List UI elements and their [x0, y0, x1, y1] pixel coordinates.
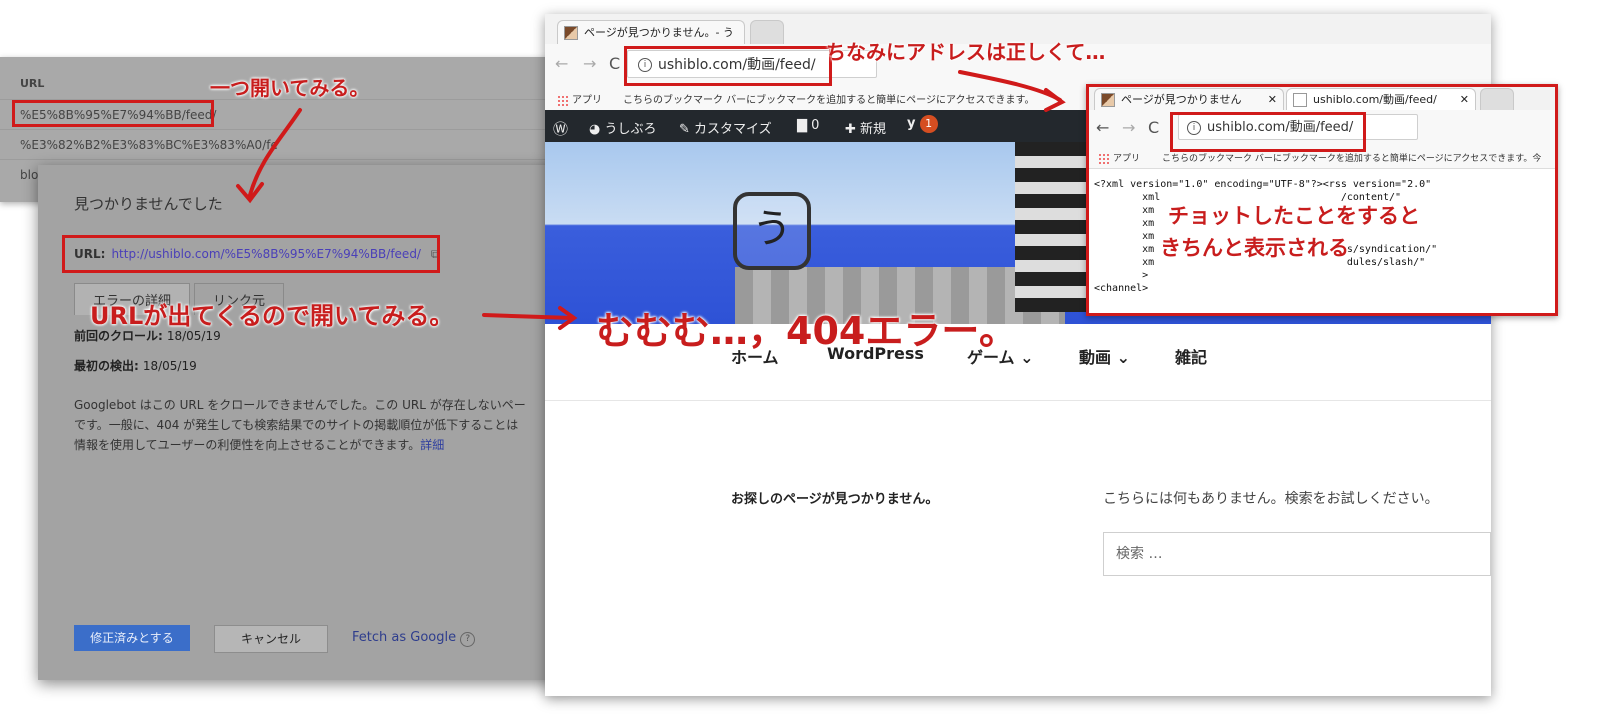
annotation-address-correct: ちなみにアドレスは正しくて…: [826, 40, 1106, 64]
annotation-displays: きちんと表示される: [1160, 236, 1349, 260]
annotation-url-appears: URLが出てくるので開いてみる。: [90, 302, 454, 330]
arrow-head: [1044, 88, 1066, 112]
annotation-open-one: 一つ開いてみる。: [210, 76, 370, 100]
annotation-arrows: [236, 70, 1066, 330]
arrow-to-dialog: [248, 108, 302, 197]
arrow-to-404: [482, 313, 574, 320]
annotation-404-error: むむむ…，404エラー。: [596, 309, 1017, 353]
annotation-tweak: チョットしたことをすると: [1168, 204, 1420, 228]
arrow-to-feed: [958, 70, 1062, 102]
